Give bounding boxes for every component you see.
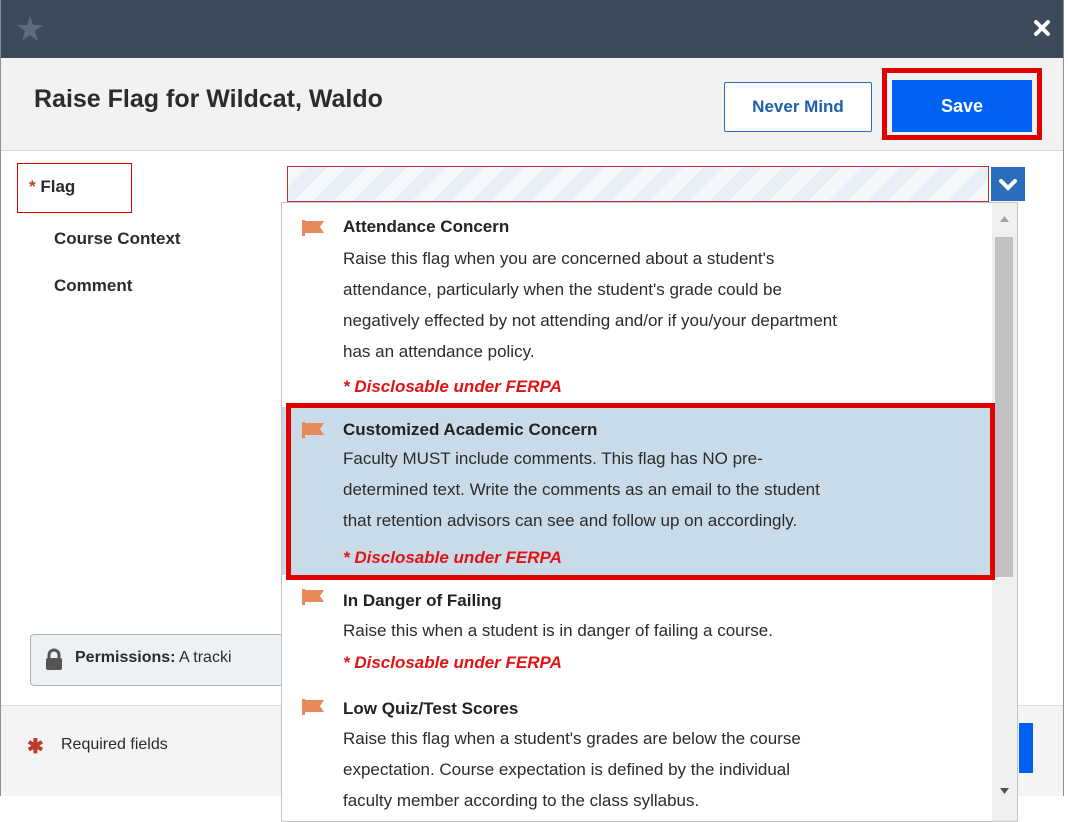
chevron-down-icon (999, 179, 1017, 191)
option-description: Raise this flag when you are concerned a… (343, 249, 837, 361)
option-title: In Danger of Failing (343, 591, 502, 610)
scroll-down-icon[interactable] (992, 781, 1017, 801)
scroll-up-icon[interactable] (992, 209, 1017, 229)
never-mind-button[interactable]: Never Mind (724, 82, 872, 132)
close-icon[interactable] (1031, 17, 1053, 39)
flag-select-toggle[interactable] (991, 167, 1025, 201)
flag-option-attendance-concern[interactable]: Attendance Concern Raise this flag when … (282, 203, 992, 399)
permissions-description: A tracki (179, 649, 232, 666)
comment-label: Comment (54, 276, 133, 295)
scrollbar-thumb[interactable] (995, 237, 1013, 577)
permissions-text: Permissions: A tracki (75, 649, 232, 667)
flag-option-in-danger-of-failing[interactable]: In Danger of Failing Raise this when a s… (282, 583, 992, 683)
save-highlight-box (882, 68, 1042, 140)
option-title: Attendance Concern (343, 217, 510, 236)
required-asterisk-icon: ✱ (27, 736, 44, 758)
flag-label: * Flag (29, 177, 75, 197)
flag-icon (302, 589, 324, 605)
lock-icon (46, 648, 62, 670)
dialog-titlebar (1, 0, 1063, 58)
dropdown-scrollbar[interactable] (992, 203, 1017, 821)
course-context-label: Course Context (54, 229, 181, 248)
required-star-icon: * (29, 177, 36, 196)
permissions-label: Permissions: (75, 649, 176, 666)
flag-icon (302, 220, 324, 236)
option-ferpa-note: * Disclosable under FERPA (343, 653, 562, 672)
option-description: Raise this when a student is in danger o… (343, 621, 773, 640)
option-title: Low Quiz/Test Scores (343, 699, 519, 718)
star-logo-icon (17, 16, 43, 41)
flag-select[interactable] (287, 166, 989, 202)
flag-icon (302, 699, 324, 715)
flag-label-text: Flag (40, 177, 76, 196)
hidden-button-edge[interactable] (1019, 723, 1033, 773)
option-ferpa-note: * Disclosable under FERPA (343, 377, 562, 396)
dialog-title: Raise Flag for Wildcat, Waldo (34, 85, 383, 113)
required-fields-text: Required fields (61, 736, 168, 753)
flag-option-low-quiz-test-scores[interactable]: Low Quiz/Test Scores Raise this flag whe… (282, 687, 992, 821)
selected-option-highlight-box (286, 403, 995, 580)
option-description: Raise this flag when a student's grades … (343, 729, 801, 810)
